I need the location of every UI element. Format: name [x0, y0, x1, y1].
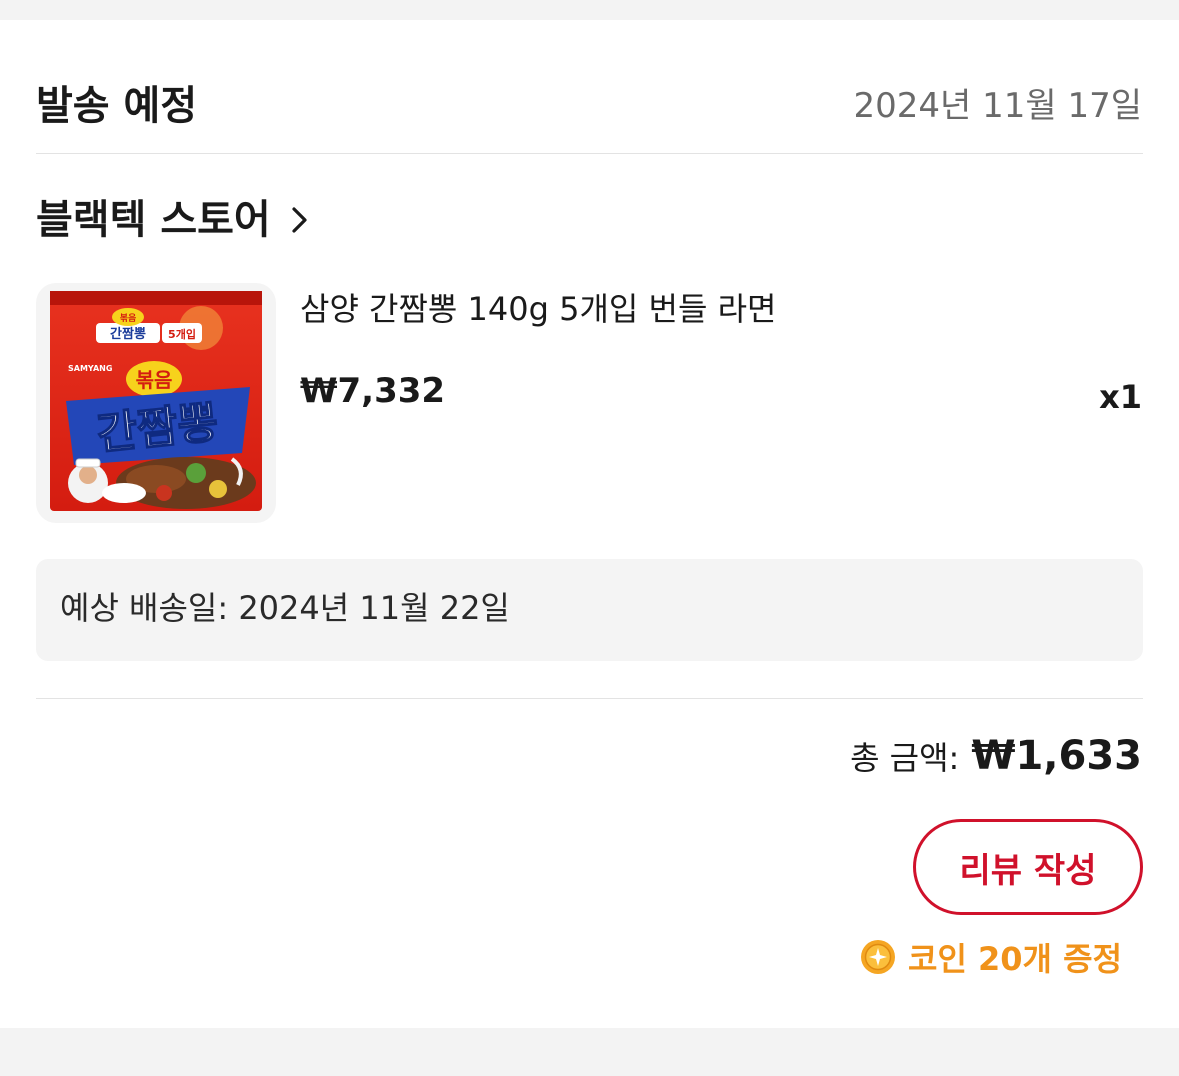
package-top-label: 간짬뽕 — [110, 326, 146, 342]
package-badge: 볶음 — [136, 368, 173, 392]
coin-icon — [861, 940, 895, 974]
product-image[interactable]: 간짬뽕 5개입 볶음 SAMYANG 볶음 간짬뽕 — [36, 283, 276, 523]
chevron-right-icon — [292, 207, 307, 233]
store-link[interactable]: 블랙텍 스토어 — [36, 190, 311, 250]
store-name: 블랙텍 스토어 — [36, 197, 271, 243]
package-brand: SAMYANG — [68, 364, 112, 373]
estimated-delivery-text: 예상 배송일: 2024년 11월 22일 — [60, 589, 510, 627]
package-count-label: 5개입 — [168, 327, 196, 341]
estimated-delivery-box: 예상 배송일: 2024년 11월 22일 — [36, 559, 1143, 661]
write-review-button[interactable]: 리뷰 작성 — [913, 819, 1143, 915]
product-quantity: x1 — [1099, 378, 1142, 416]
package-badge-small: 볶음 — [120, 313, 137, 324]
shipping-status-title: 발송 예정 — [36, 83, 198, 129]
total-value: ₩1,633 — [971, 733, 1142, 779]
total-amount: 총 금액: ₩1,633 — [850, 733, 1142, 789]
divider — [36, 153, 1143, 154]
ramen-package-image: 간짬뽕 5개입 볶음 SAMYANG 볶음 간짬뽕 — [50, 291, 262, 511]
divider — [36, 698, 1143, 699]
product-name[interactable]: 삼양 간짬뽕 140g 5개입 번들 라면 — [300, 284, 776, 334]
order-card: 발송 예정 2024년 11월 17일 블랙텍 스토어 간짬뽕 5개입 볶음 S… — [0, 20, 1179, 1028]
coin-reward: 코인 20개 증정 — [860, 934, 1122, 980]
total-label: 총 금액: — [850, 739, 960, 777]
shipping-date: 2024년 11월 17일 — [853, 86, 1142, 126]
product-price: ₩7,332 — [300, 371, 446, 411]
coin-reward-text: 코인 20개 증정 — [908, 940, 1123, 978]
